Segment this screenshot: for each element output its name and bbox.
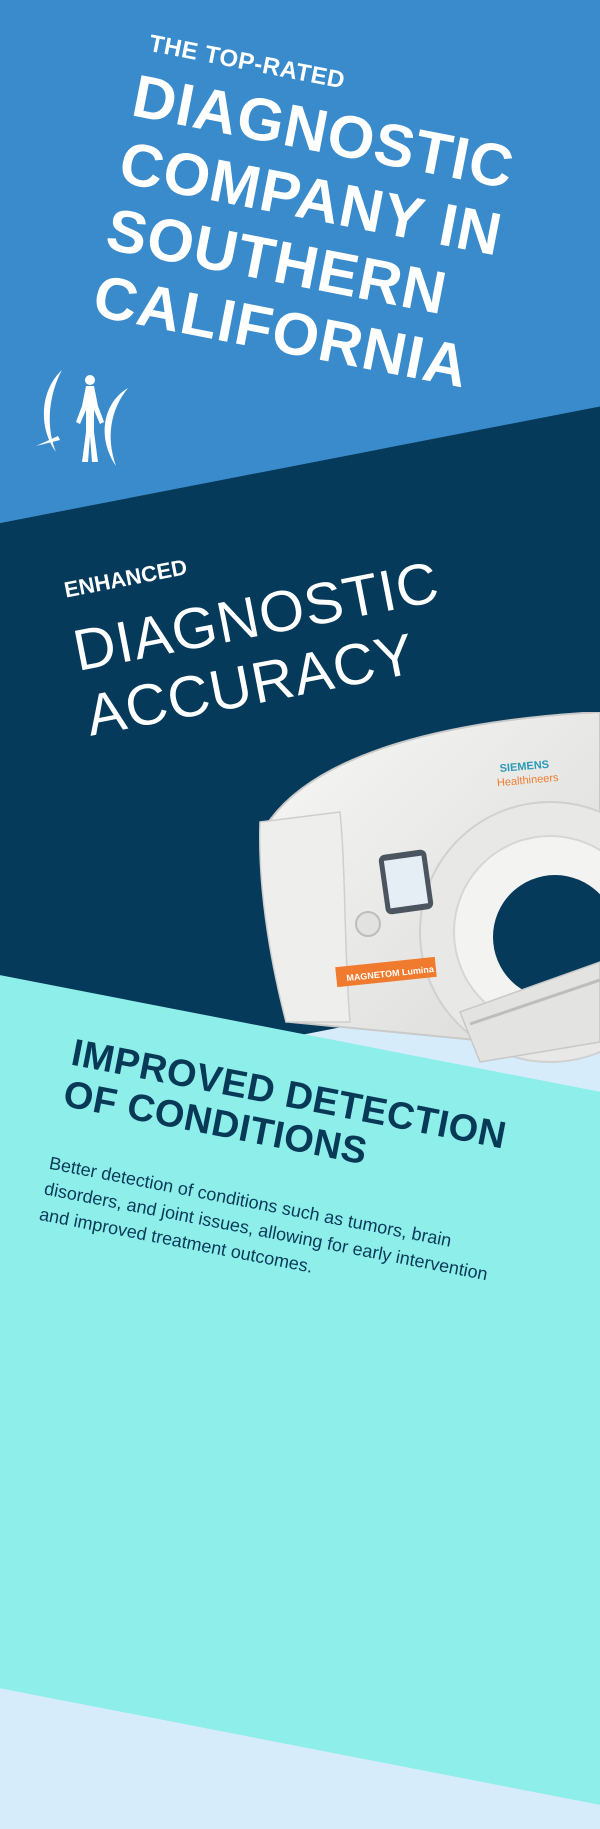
- human-figure-logo-icon: [36, 370, 128, 466]
- mri-scanner-image: MAGNETOM Lumina SIEMENS Healthineers: [259, 712, 600, 1063]
